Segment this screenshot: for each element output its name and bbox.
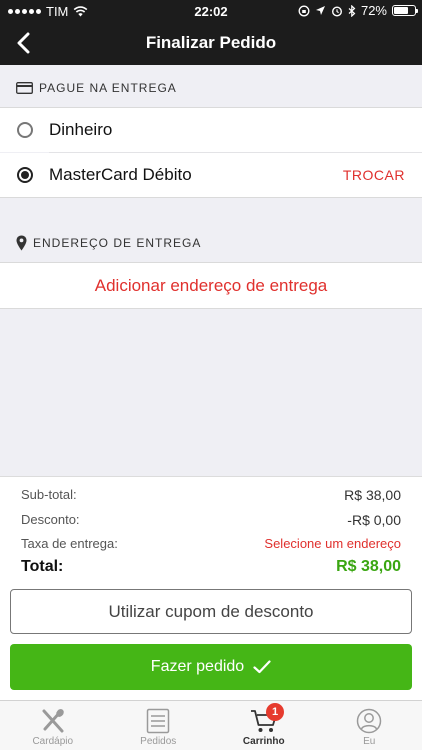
tab-bar: Cardápio Pedidos 1 Carrinho Eu [0, 700, 422, 750]
tab-carrinho[interactable]: 1 Carrinho [211, 701, 317, 750]
payment-section-title: PAGUE NA ENTREGA [39, 81, 177, 95]
place-order-button[interactable]: Fazer pedido [10, 644, 412, 690]
total-value: R$ 38,00 [336, 558, 401, 575]
tab-pedidos[interactable]: Pedidos [106, 701, 212, 750]
coupon-button[interactable]: Utilizar cupom de desconto [10, 589, 412, 634]
alarm-icon [331, 5, 342, 17]
radio-button-selected[interactable] [17, 167, 33, 183]
page-title: Finalizar Pedido [145, 33, 277, 52]
address-section-title: ENDEREÇO DE ENTREGA [33, 236, 202, 250]
bluetooth-icon [348, 4, 356, 17]
payment-option-mastercard[interactable]: MasterCard Débito TROCAR [0, 153, 422, 197]
subtotal-label: Sub-total: [21, 487, 77, 502]
total-row: Total: R$ 38,00 [21, 558, 401, 576]
cart-count-badge: 1 [266, 703, 284, 721]
select-address-link[interactable]: Selecione um endereço [264, 536, 401, 551]
delivery-fee-label: Taxa de entrega: [21, 536, 118, 551]
discount-label: Desconto: [21, 512, 80, 527]
utensils-icon [42, 709, 64, 733]
coupon-button-label: Utilizar cupom de desconto [108, 601, 314, 621]
checkmark-icon [253, 660, 271, 674]
payment-option-cash[interactable]: Dinheiro [0, 108, 422, 152]
status-bar: TIM 22:02 72% [0, 0, 422, 22]
address-section-header: ENDEREÇO DE ENTREGA [0, 221, 422, 265]
user-icon [357, 708, 382, 734]
tab-eu[interactable]: Eu [317, 701, 422, 750]
top-bar: TIM 22:02 72% Finalizar Pedido [0, 0, 422, 65]
section-divider [0, 308, 422, 309]
subtotal-value: R$ 38,00 [344, 487, 401, 503]
subtotal-row: Sub-total: R$ 38,00 [21, 487, 401, 503]
battery-percent: 72% [360, 3, 387, 18]
rotation-lock-icon [298, 5, 310, 16]
tab-label: Eu [363, 736, 376, 747]
change-payment-button[interactable]: TROCAR [343, 167, 405, 183]
payment-section-header: PAGUE NA ENTREGA [0, 66, 422, 110]
map-pin-icon [16, 235, 27, 251]
nav-bar: Finalizar Pedido [0, 22, 422, 65]
radio-button[interactable] [17, 122, 33, 138]
tab-label: Carrinho [242, 736, 285, 747]
discount-row: Desconto: -R$ 0,00 [21, 512, 401, 528]
location-arrow-icon [315, 6, 325, 15]
section-divider [0, 197, 422, 198]
credit-card-icon [16, 82, 33, 94]
order-summary: Sub-total: R$ 38,00 Desconto: -R$ 0,00 T… [0, 476, 422, 700]
place-order-label: Fazer pedido [150, 658, 245, 675]
tab-label: Cardápio [32, 736, 74, 747]
total-label: Total: [21, 558, 64, 575]
tab-label: Pedidos [140, 736, 177, 747]
payment-option-label: MasterCard Débito [49, 165, 192, 184]
payment-option-label: Dinheiro [49, 120, 113, 139]
discount-value: -R$ 0,00 [347, 512, 401, 528]
add-address-button[interactable]: Adicionar endereço de entrega [0, 263, 422, 308]
tab-cardapio[interactable]: Cardápio [0, 701, 106, 750]
delivery-fee-row: Taxa de entrega: Selecione um endereço [21, 536, 401, 551]
list-icon [147, 708, 170, 734]
battery-icon [392, 5, 418, 16]
